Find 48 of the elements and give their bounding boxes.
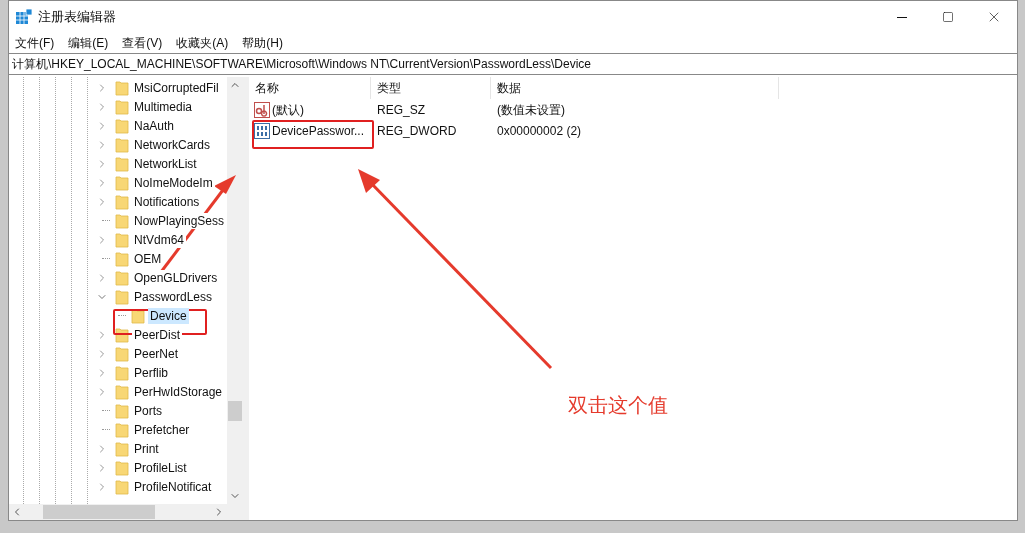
menu-item[interactable]: 帮助(H) bbox=[242, 34, 283, 52]
registry-app-icon bbox=[16, 9, 32, 25]
tree-item[interactable]: NowPlayingSess bbox=[132, 212, 227, 229]
folder-icon bbox=[115, 136, 129, 153]
folder-icon bbox=[115, 478, 129, 495]
table-cell-text: 0x00000002 (2) bbox=[496, 122, 583, 140]
table-cell-text: REG_SZ bbox=[376, 101, 426, 119]
folder-icon bbox=[115, 174, 129, 191]
binary-value-icon bbox=[254, 122, 270, 139]
folder-icon bbox=[115, 421, 129, 438]
column-header[interactable]: 类型 bbox=[371, 77, 491, 99]
folder-icon bbox=[115, 440, 129, 457]
menu-item[interactable]: 编辑(E) bbox=[68, 34, 109, 52]
folder-icon bbox=[115, 402, 129, 419]
scroll-thumb[interactable] bbox=[43, 505, 155, 519]
folder-icon bbox=[115, 269, 129, 286]
menu-item[interactable]: 查看(V) bbox=[122, 34, 163, 52]
scroll-thumb[interactable] bbox=[228, 401, 242, 421]
tree-item[interactable]: OpenGLDrivers bbox=[132, 269, 220, 286]
folder-icon bbox=[115, 383, 129, 400]
address-bar[interactable]: 计算机\HKEY_LOCAL_MACHINE\SOFTWARE\Microsoft\Windows NT\CurrentVersion\PasswordLess\Device bbox=[9, 53, 1017, 75]
string-value-icon bbox=[254, 101, 270, 118]
menu-item[interactable]: 文件(F) bbox=[15, 34, 55, 52]
folder-icon bbox=[115, 250, 129, 267]
folder-icon bbox=[115, 79, 129, 96]
folder-icon bbox=[115, 231, 129, 248]
folder-icon bbox=[115, 193, 129, 210]
tree-item[interactable]: Device bbox=[148, 307, 189, 324]
horizontal-scrollbar[interactable] bbox=[9, 504, 243, 520]
folder-icon bbox=[115, 212, 129, 229]
folder-icon bbox=[115, 288, 129, 305]
maximize-icon bbox=[942, 11, 954, 23]
folder-icon bbox=[115, 117, 129, 134]
menu-item[interactable]: 收藏夹(A) bbox=[176, 34, 229, 52]
window-title: 注册表编辑器 bbox=[38, 8, 116, 27]
folder-icon bbox=[115, 364, 129, 381]
table-cell-text: REG_DWORD bbox=[376, 122, 458, 140]
folder-icon bbox=[115, 459, 129, 476]
value-name[interactable]: DevicePasswor... bbox=[272, 121, 365, 140]
folder-icon bbox=[115, 98, 129, 115]
table-cell-text: (数值未设置) bbox=[496, 101, 566, 119]
value-name[interactable]: (默认) bbox=[272, 100, 304, 119]
folder-icon bbox=[115, 155, 129, 172]
minimize-icon bbox=[897, 16, 907, 18]
column-header[interactable]: 数据 bbox=[491, 77, 779, 99]
folder-icon bbox=[115, 345, 129, 362]
annotation-text: 双击这个值 bbox=[568, 393, 668, 418]
column-header[interactable]: 名称 bbox=[249, 77, 371, 99]
